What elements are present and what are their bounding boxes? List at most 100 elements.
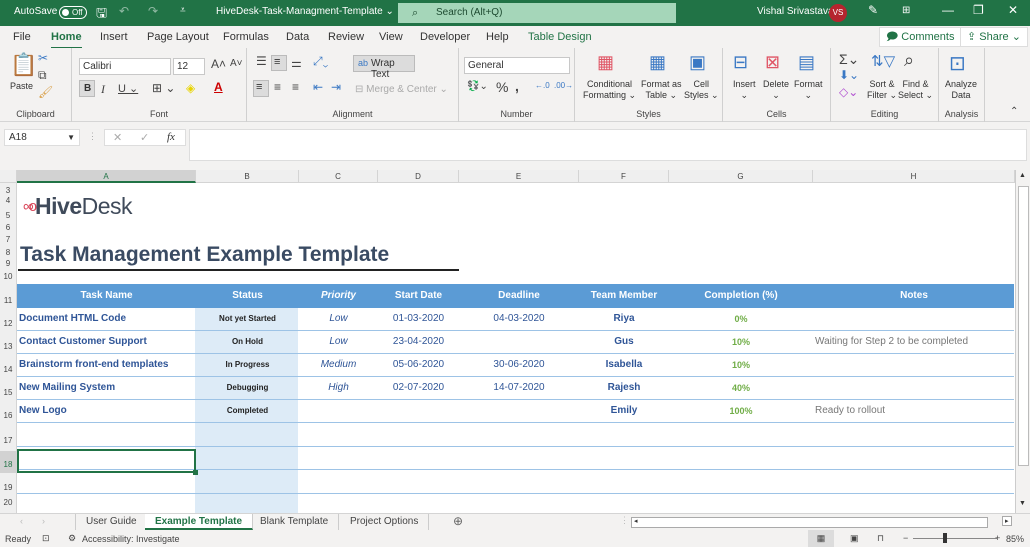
- cell-notes[interactable]: [815, 354, 1015, 376]
- increase-indent-icon[interactable]: ⇥: [331, 80, 341, 94]
- font-color-icon[interactable]: A: [214, 80, 223, 94]
- vertical-scroll-thumb[interactable]: [1018, 186, 1029, 466]
- row-header-selected[interactable]: 18: [0, 451, 16, 473]
- row-header[interactable]: 15: [0, 388, 16, 397]
- insert-cells-button[interactable]: Insert ⌄: [733, 79, 756, 101]
- zoom-out-icon[interactable]: −: [903, 533, 908, 543]
- wrap-text-button[interactable]: ab Wrap Text: [353, 55, 415, 80]
- cell-start-date[interactable]: 23-04-2020: [378, 331, 459, 353]
- cell-status[interactable]: Debugging: [196, 377, 299, 399]
- sheet-tab-example-template[interactable]: Example Template: [145, 514, 254, 530]
- row-header[interactable]: 14: [0, 365, 16, 374]
- cut-icon[interactable]: ✂: [38, 51, 48, 65]
- cell-notes[interactable]: [815, 308, 1015, 330]
- percent-icon[interactable]: %: [496, 79, 508, 95]
- cell-completion[interactable]: 10%: [669, 331, 813, 353]
- cell-deadline[interactable]: [459, 400, 579, 422]
- cell-priority[interactable]: Low: [299, 331, 378, 353]
- align-center-icon[interactable]: ≡: [274, 80, 281, 94]
- fill-color-icon[interactable]: ◈: [186, 81, 195, 95]
- row-header[interactable]: 7: [0, 235, 16, 244]
- restore-icon[interactable]: ❐: [973, 3, 984, 17]
- macro-recording-icon[interactable]: ⊡: [42, 533, 50, 544]
- autosave-toggle[interactable]: Off: [59, 6, 87, 19]
- tab-review[interactable]: Review: [328, 31, 364, 43]
- row-header[interactable]: 5: [0, 211, 16, 220]
- clear-icon[interactable]: ◇⌄: [839, 85, 858, 99]
- decrease-indent-icon[interactable]: ⇤: [313, 80, 323, 94]
- find-select-button[interactable]: Find & Select ⌄: [898, 79, 933, 101]
- zoom-slider-thumb[interactable]: [943, 533, 947, 543]
- decrease-font-icon[interactable]: A˅: [230, 58, 243, 69]
- tab-developer[interactable]: Developer: [420, 31, 470, 43]
- zoom-slider[interactable]: [913, 538, 997, 539]
- cell-completion[interactable]: 40%: [669, 377, 813, 399]
- header-priority[interactable]: Priority: [299, 284, 378, 308]
- borders-icon[interactable]: ⊞ ⌄: [152, 81, 175, 95]
- top-align-icon[interactable]: ☰: [256, 54, 267, 68]
- scroll-down-icon[interactable]: ▼: [1019, 500, 1026, 507]
- comma-icon[interactable]: ,: [515, 78, 519, 94]
- enter-icon[interactable]: ✓: [140, 131, 149, 144]
- worksheet-grid[interactable]: ∞o HiveDesk Task Management Example Templ…: [17, 183, 1015, 513]
- cancel-icon[interactable]: ✕: [113, 131, 122, 144]
- cell-deadline[interactable]: [459, 331, 579, 353]
- name-box-dropdown-icon[interactable]: ▼: [67, 130, 75, 145]
- search-box[interactable]: ⌕ Search (Alt+Q): [398, 3, 676, 23]
- row-header[interactable]: 13: [0, 342, 16, 351]
- cell-start-date[interactable]: 05-06-2020: [378, 354, 459, 376]
- redo-icon[interactable]: ↷: [148, 4, 158, 18]
- paste-button[interactable]: Paste: [10, 81, 33, 92]
- scroll-left-icon[interactable]: ◂: [634, 517, 638, 525]
- fill-icon[interactable]: ⬇⌄: [839, 68, 859, 82]
- comments-button[interactable]: 🗩 Comments: [879, 27, 962, 47]
- row-header[interactable]: 16: [0, 411, 16, 420]
- column-header-f[interactable]: F: [579, 170, 669, 183]
- font-size-select[interactable]: 12: [173, 58, 205, 75]
- row-header[interactable]: 9: [0, 259, 16, 268]
- cell-deadline[interactable]: 30-06-2020: [459, 354, 579, 376]
- cell-team-member[interactable]: Rajesh: [579, 377, 669, 399]
- cell-team-member[interactable]: Gus: [579, 331, 669, 353]
- increase-decimal-icon[interactable]: ←.0: [535, 81, 550, 90]
- header-deadline[interactable]: Deadline: [459, 284, 579, 308]
- column-header-d[interactable]: D: [378, 170, 459, 183]
- cell-deadline[interactable]: 04-03-2020: [459, 308, 579, 330]
- avatar[interactable]: VS: [829, 4, 847, 22]
- tab-view[interactable]: View: [379, 31, 403, 43]
- customize-qat-icon[interactable]: ⩡: [180, 5, 186, 16]
- sheet-tab-blank-template[interactable]: Blank Template: [250, 514, 340, 530]
- save-icon[interactable]: 🖫: [96, 4, 107, 26]
- autosum-icon[interactable]: Σ⌄: [839, 51, 859, 68]
- row-header[interactable]: 19: [0, 483, 16, 492]
- vertical-scrollbar[interactable]: ▲ ▼: [1015, 170, 1030, 513]
- collapse-ribbon-icon[interactable]: ⌃: [1010, 106, 1018, 117]
- file-name[interactable]: HiveDesk-Task-Managment-Template ⌄: [216, 6, 394, 17]
- cell-start-date[interactable]: 01-03-2020: [378, 308, 459, 330]
- normal-view-icon[interactable]: ▦: [808, 530, 834, 547]
- cell-task-name[interactable]: Brainstorm front-end templates: [17, 354, 196, 376]
- row-header[interactable]: 20: [0, 498, 16, 507]
- cell-status[interactable]: Not yet Started: [196, 308, 299, 330]
- number-format-select[interactable]: General: [464, 57, 570, 74]
- tab-page-layout[interactable]: Page Layout: [147, 31, 209, 43]
- row-header[interactable]: 4: [0, 196, 16, 205]
- cell-status[interactable]: Completed: [196, 400, 299, 422]
- cell-notes[interactable]: Ready to rollout: [815, 400, 1015, 422]
- select-all-button[interactable]: [0, 170, 17, 183]
- horizontal-scrollbar[interactable]: ◂: [631, 517, 988, 528]
- column-header-g[interactable]: G: [669, 170, 813, 183]
- tab-home[interactable]: Home: [51, 31, 82, 49]
- scroll-right-icon[interactable]: ▸: [1002, 516, 1012, 526]
- cell-team-member[interactable]: Riya: [579, 308, 669, 330]
- conditional-formatting-button[interactable]: Conditional Formatting ⌄: [583, 79, 636, 101]
- sheet-tab-project-options[interactable]: Project Options: [340, 514, 430, 530]
- name-box[interactable]: A18 ▼: [4, 129, 80, 146]
- tab-help[interactable]: Help: [486, 31, 509, 43]
- header-notes[interactable]: Notes: [813, 284, 1015, 308]
- decrease-decimal-icon[interactable]: .00→: [554, 81, 573, 90]
- row-header[interactable]: 10: [0, 272, 16, 281]
- header-task-name[interactable]: Task Name: [17, 284, 196, 308]
- align-left-button[interactable]: ≡: [253, 80, 269, 97]
- column-header-e[interactable]: E: [459, 170, 579, 183]
